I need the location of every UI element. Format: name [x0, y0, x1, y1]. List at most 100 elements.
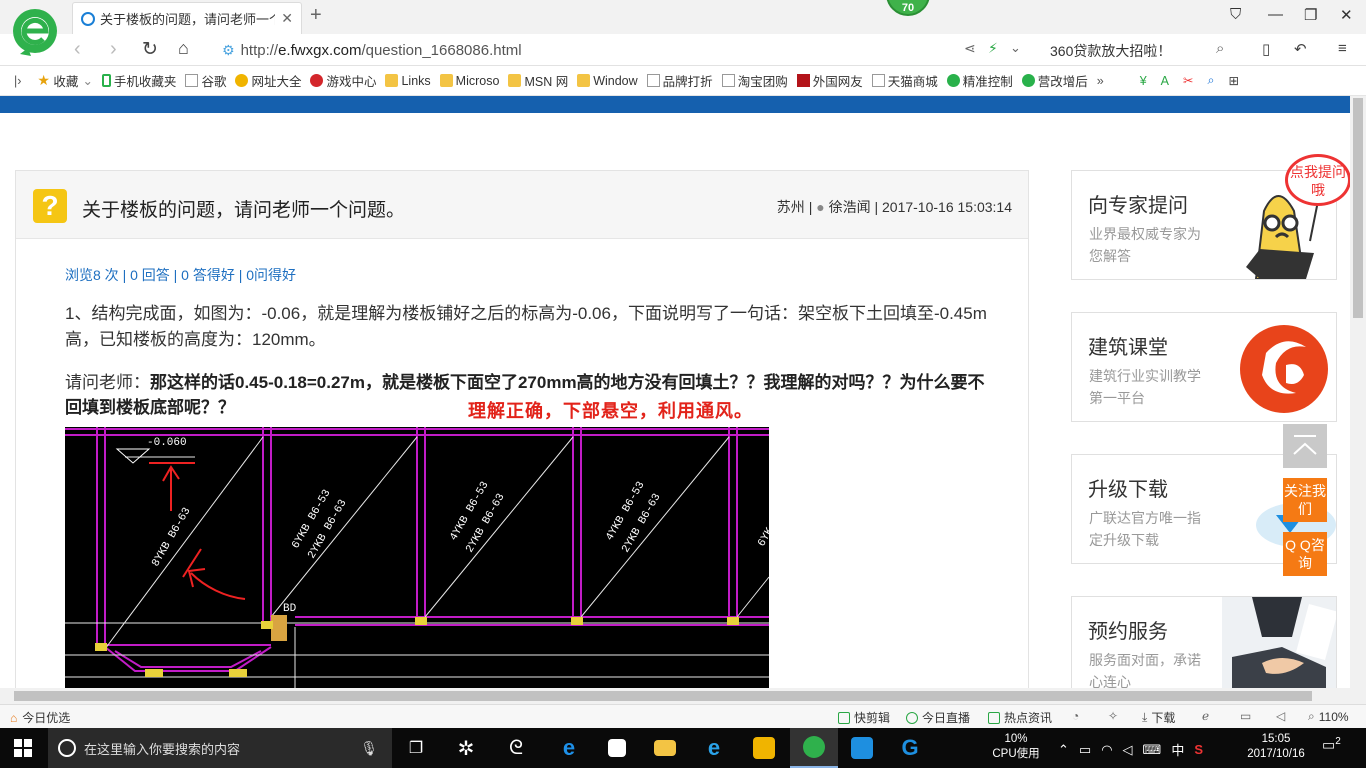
horizontal-scroll-thumb[interactable] — [14, 691, 1312, 701]
scissors-icon[interactable]: ✂ — [1183, 73, 1193, 88]
bookmark-item[interactable]: 营改增后 — [1021, 71, 1088, 90]
wechat-icon — [946, 74, 960, 87]
today-picks[interactable]: ⌂ 今日优选 — [10, 709, 70, 726]
folder-icon — [508, 74, 522, 87]
network-icon[interactable]: ◠ — [1101, 742, 1112, 758]
cpu-monitor[interactable]: 10% CPU使用 — [988, 732, 1044, 762]
bookmark-item[interactable]: 网址大全 — [235, 71, 301, 90]
search-icon[interactable]: ⌕ — [1216, 40, 1224, 57]
plugin-icon[interactable]: ✧ — [1108, 709, 1118, 723]
battery-icon[interactable]: ▭ — [1079, 742, 1091, 758]
follow-us-button[interactable]: 关注我们 — [1283, 478, 1327, 522]
sogou-icon[interactable]: S — [1194, 742, 1203, 757]
appointment-card[interactable]: 预约服务 服务面对面，承诺心连心 — [1071, 596, 1337, 688]
ime-indicator[interactable]: 中 — [1171, 740, 1184, 759]
close-window-icon[interactable]: ✕ — [1340, 6, 1353, 24]
live-today[interactable]: 今日直播 — [906, 709, 970, 726]
browser-logo-icon[interactable] — [10, 6, 60, 62]
magnifier-icon[interactable]: ⌕ — [1208, 73, 1215, 88]
appointment-title: 预约服务 — [1088, 621, 1168, 643]
bookmark-item[interactable]: 游戏中心 — [310, 71, 376, 90]
bookmark-item[interactable]: 天猫商城 — [871, 71, 938, 90]
microphone-icon[interactable]: 🎙 — [360, 740, 378, 757]
glodon-app-icon[interactable]: G — [886, 728, 934, 768]
quick-edit[interactable]: 快剪辑 — [838, 709, 890, 726]
bookmark-item[interactable]: 外国网友 — [796, 71, 863, 90]
course-desc: 建筑行业实训教学第一平台 — [1089, 368, 1201, 406]
bookmark-item[interactable]: 品牌打折 — [646, 71, 713, 90]
store-icon[interactable] — [593, 728, 641, 768]
ask-bubble[interactable]: 点我提问哦 — [1285, 154, 1350, 206]
bookmark-label: 精准控制 — [962, 75, 1013, 89]
undo-icon[interactable]: ↶ — [1294, 40, 1307, 58]
bookmark-item[interactable]: Microso — [439, 74, 499, 88]
forward-icon[interactable]: › — [110, 38, 117, 61]
download-item[interactable]: ⤓ 下载 — [1142, 709, 1175, 726]
page-icon — [646, 74, 660, 87]
vertical-scrollbar[interactable] — [1350, 96, 1366, 688]
horizontal-scrollbar[interactable] — [0, 688, 1366, 704]
refresh-icon[interactable]: ↻ — [142, 38, 158, 61]
apps-icon[interactable]: ⊞ — [1229, 73, 1239, 88]
window-icon[interactable]: ▭ — [1240, 709, 1251, 723]
bookmark-item[interactable]: 谷歌 — [185, 71, 226, 90]
tab-close-icon[interactable]: ✕ — [281, 10, 293, 27]
course-card[interactable]: 建筑课堂 建筑行业实训教学第一平台 — [1071, 312, 1337, 422]
clock[interactable]: 15:05 2017/10/16 — [1236, 732, 1316, 762]
bookmark-item[interactable]: Window — [577, 74, 638, 88]
back-icon[interactable]: ‹ — [74, 38, 81, 61]
bookmark-item[interactable]: 手机收藏夹 — [101, 71, 176, 90]
translate-icon[interactable]: A — [1161, 74, 1169, 88]
score-badge[interactable]: 70 — [886, 0, 930, 16]
qq-consult-button[interactable]: Q Q咨询 — [1283, 532, 1327, 576]
bookmark-item[interactable]: Links — [385, 74, 431, 88]
tab-active[interactable]: 关于楼板的问题，请问老师一个问 ✕ — [72, 2, 302, 34]
structural-drawing-image[interactable]: -0.060 8YKB B6-63 6YKB B6-53 2YKB B6-63 … — [65, 427, 769, 688]
minimize-icon[interactable]: — — [1268, 6, 1283, 23]
speed-icon[interactable]: ◔ — [1072, 709, 1079, 723]
taskbar-search-input[interactable]: 在这里输入你要搜索的内容 🎙 — [48, 728, 392, 768]
notepad-app-icon[interactable] — [740, 728, 788, 768]
cpu-label: CPU使用 — [992, 748, 1040, 760]
search-suggestion[interactable]: 360贷款放大招啦！ — [1050, 41, 1171, 61]
mute-icon[interactable]: ◁ — [1276, 709, 1285, 723]
file-explorer-icon[interactable] — [641, 728, 689, 768]
more-bookmarks-icon[interactable]: » — [1097, 74, 1104, 88]
volume-icon[interactable]: ◁ — [1123, 742, 1133, 758]
pinwheel-app-icon[interactable]: ✲ — [442, 728, 490, 768]
360-browser-taskbar-icon[interactable] — [790, 728, 838, 768]
question-stats[interactable]: 浏览8 次 | 0 回答 | 0 答得好 | 0问得好 — [65, 265, 296, 285]
restore-icon[interactable]: ❐ — [1304, 6, 1317, 24]
new-tab-icon[interactable]: + — [310, 4, 322, 27]
keyboard-icon[interactable]: ⌨ — [1143, 742, 1162, 758]
dropdown-icon[interactable]: ⌄ — [1010, 40, 1021, 56]
yuan-icon[interactable]: ¥ — [1140, 74, 1147, 88]
speed-icon[interactable]: ⚡ — [988, 40, 998, 57]
menu-icon[interactable]: ≡ — [1338, 40, 1347, 57]
hot-news[interactable]: 热点资讯 — [988, 709, 1052, 726]
task-view-icon[interactable]: ❐ — [392, 728, 440, 768]
home-icon[interactable]: ⌂ — [178, 38, 189, 59]
shirt-icon[interactable]: ⛉ — [1230, 6, 1241, 23]
bookmark-label: MSN 网 — [524, 75, 569, 89]
edge-icon[interactable]: e — [545, 728, 593, 768]
mobile-icon[interactable]: ▯ — [1262, 40, 1270, 58]
question-author[interactable]: 徐浩闻 — [829, 199, 871, 215]
ie-icon[interactable]: ℯ — [1202, 709, 1209, 723]
bookmark-item[interactable]: 精准控制 — [946, 71, 1013, 90]
notification-center-icon[interactable]: ▭2 — [1322, 736, 1341, 754]
ie-browser-icon[interactable]: e — [690, 728, 738, 768]
bookmark-item[interactable]: 淘宝团购 — [721, 71, 788, 90]
zoom-control[interactable]: ⌕ 110% — [1308, 709, 1349, 724]
windows-start-icon[interactable] — [14, 739, 32, 757]
swirl-app-icon[interactable]: ᘓ — [492, 728, 540, 768]
share-icon[interactable]: ⋖ — [964, 40, 976, 57]
vertical-scroll-thumb[interactable] — [1353, 98, 1363, 318]
bookmark-item[interactable]: ★ 收藏 ⌄ — [37, 71, 93, 90]
url-input[interactable]: ⚙ http:// e.fwxgx.com /question_1668086.… — [222, 39, 962, 61]
bookmark-item[interactable]: MSN 网 — [508, 71, 568, 90]
back-to-top-button[interactable] — [1283, 424, 1327, 468]
tray-expand-icon[interactable]: ⌃ — [1058, 742, 1069, 758]
remote-app-icon[interactable] — [838, 728, 886, 768]
sidebar-toggle-icon[interactable]: |› — [14, 74, 21, 88]
